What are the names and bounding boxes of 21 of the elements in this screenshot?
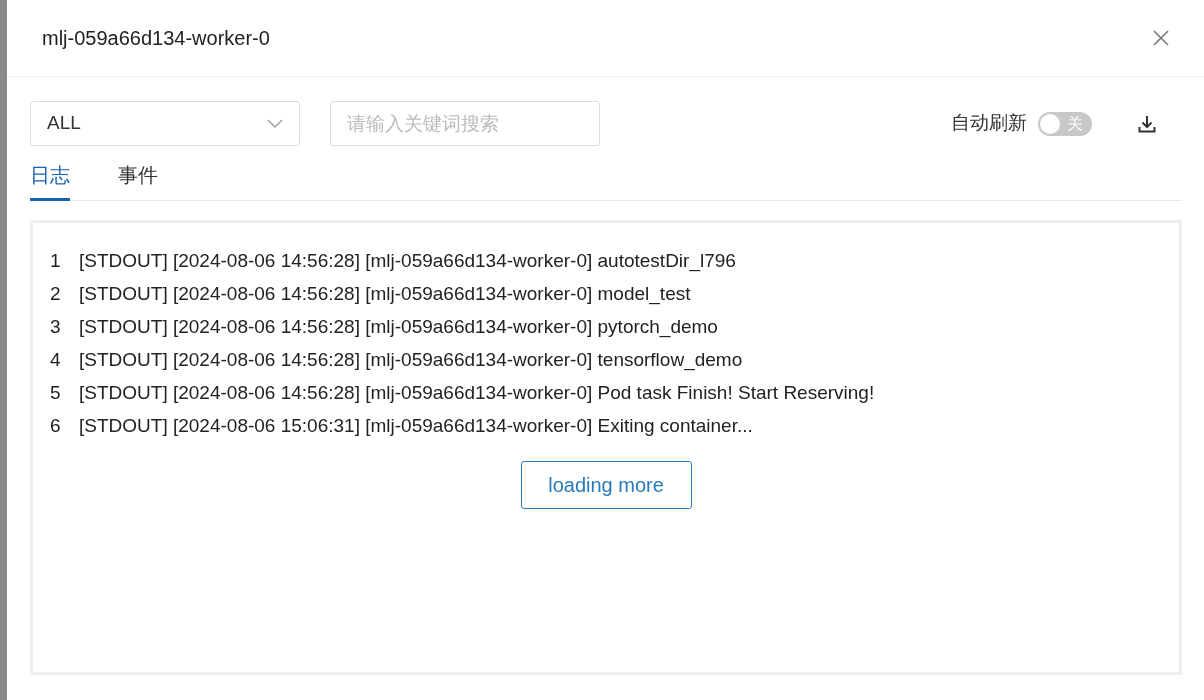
log-line: [STDOUT] [2024-08-06 14:56:28] [mlj-059a66d134-worker-0] pytorch_demo bbox=[79, 315, 718, 340]
chevron-down-icon bbox=[267, 119, 283, 128]
line-number: 1 bbox=[50, 249, 62, 274]
log-line: [STDOUT] [2024-08-06 14:56:28] [mlj-059a66d134-worker-0] tensorflow_demo bbox=[79, 348, 743, 373]
auto-refresh-label: 自动刷新 bbox=[951, 111, 1027, 136]
search-field[interactable]: 请输入关键词搜索 bbox=[330, 101, 600, 146]
log-line: [STDOUT] [2024-08-06 15:06:31] [mlj-059a66d134-worker-0] Exiting container... bbox=[79, 414, 753, 439]
line-number: 6 bbox=[50, 414, 62, 439]
tab[interactable]: 日志 bbox=[30, 152, 70, 201]
load-more-button[interactable]: loading more bbox=[520, 461, 692, 509]
line-number: 4 bbox=[50, 348, 62, 373]
log-line: [STDOUT] [2024-08-06 14:56:28] [mlj-059a66d134-worker-0] autotestDir_l796 bbox=[79, 249, 736, 274]
tab[interactable]: 事件 bbox=[118, 152, 158, 201]
log-line: [STDOUT] [2024-08-06 14:56:28] [mlj-059a66d134-worker-0] model_test bbox=[79, 282, 691, 307]
dropdown-value: ALL bbox=[47, 111, 81, 136]
log-line: [STDOUT] [2024-08-06 14:56:28] [mlj-059a66d134-worker-0] Pod task Finish! Start Reserving! bbox=[79, 381, 875, 406]
line-number: 5 bbox=[50, 381, 62, 406]
line-number: 2 bbox=[50, 282, 62, 307]
level-dropdown[interactable]: ALL bbox=[30, 101, 300, 146]
line-number: 3 bbox=[50, 315, 62, 340]
dialog-title: mlj-059a66d134-worker-0 bbox=[42, 26, 270, 51]
